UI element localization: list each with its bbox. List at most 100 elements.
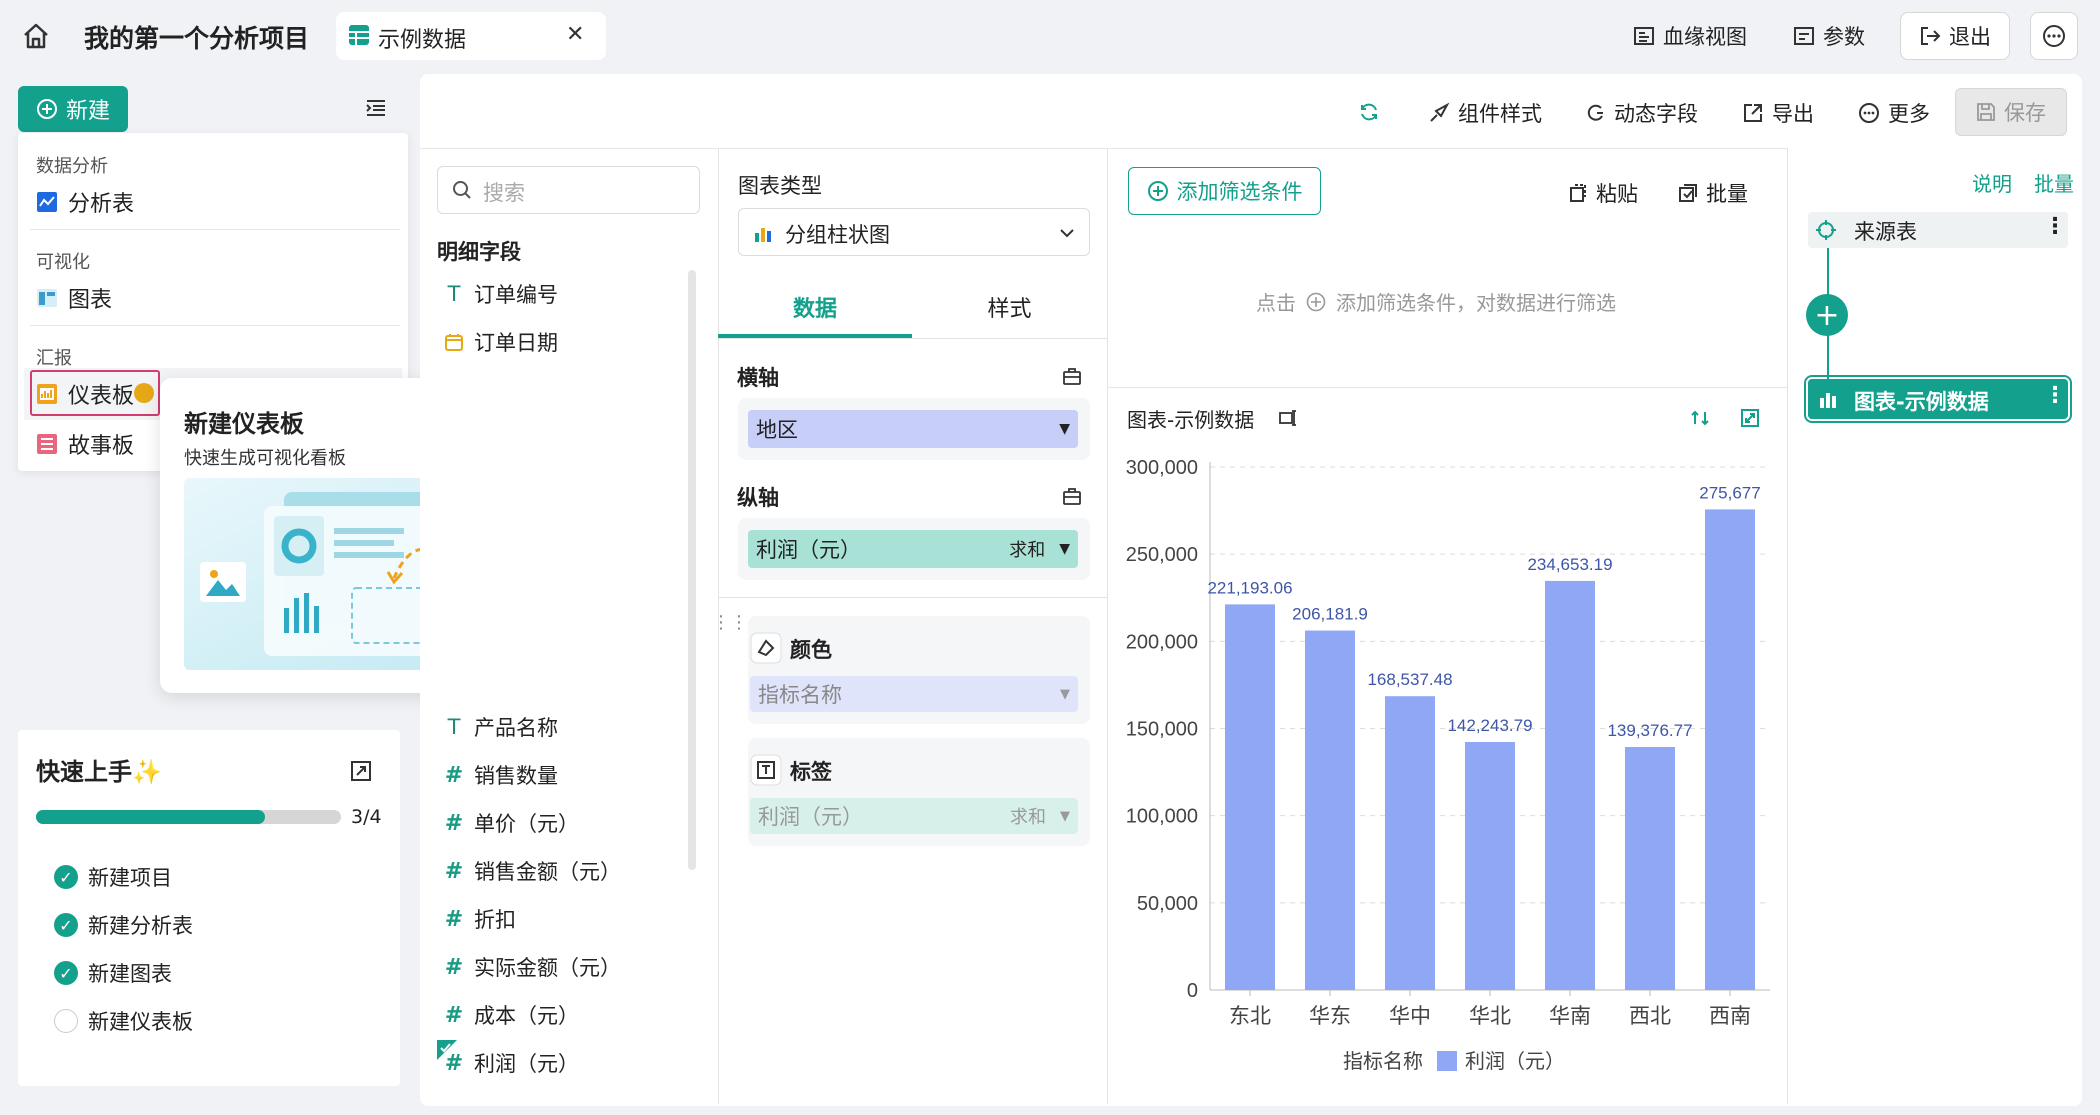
- y-axis-settings-icon[interactable]: [1062, 486, 1082, 506]
- text-type-icon: T: [447, 715, 461, 739]
- tab-style[interactable]: 样式: [912, 275, 1107, 339]
- close-icon[interactable]: ✕: [566, 22, 584, 47]
- tooltip-title: 新建仪表板: [184, 410, 304, 438]
- tab-example-data[interactable]: 示例数据 ✕: [336, 12, 606, 60]
- field-item[interactable]: 订单日期: [444, 327, 558, 357]
- lineage-view-button[interactable]: 血缘视图: [1633, 21, 1747, 51]
- params-icon: [1793, 25, 1815, 47]
- new-button[interactable]: 新建: [18, 86, 128, 132]
- checklist-item[interactable]: ✓ 新建分析表: [54, 910, 193, 940]
- field-item[interactable]: # 销售数量: [444, 760, 558, 790]
- tab-data[interactable]: 数据: [718, 275, 912, 339]
- rename-icon[interactable]: [1278, 408, 1298, 428]
- collapse-sidebar-icon[interactable]: [364, 96, 388, 120]
- search-icon: [452, 180, 472, 200]
- field-item[interactable]: T 订单编号: [444, 279, 558, 309]
- bar: [1305, 630, 1355, 990]
- batch-button[interactable]: 批量: [1678, 178, 1748, 208]
- expand-icon[interactable]: [350, 760, 372, 782]
- add-node-button[interactable]: +: [1806, 294, 1848, 336]
- menu-item-analysis-table[interactable]: 分析表: [36, 186, 134, 218]
- project-title: 我的第一个分析项目: [84, 24, 310, 53]
- chart-type-label: 图表类型: [738, 174, 822, 198]
- x-tick-label: 西南: [1709, 1004, 1751, 1028]
- x-tick-label: 华东: [1309, 1004, 1351, 1028]
- checklist-item[interactable]: ✓ 新建图表: [54, 958, 172, 988]
- menu-item-story[interactable]: 故事板: [36, 428, 134, 460]
- fullscreen-icon[interactable]: [1740, 408, 1760, 428]
- story-icon: [36, 433, 58, 455]
- search-input[interactable]: 搜索: [437, 166, 700, 214]
- x-tick-label: 华南: [1549, 1004, 1591, 1028]
- save-button[interactable]: 保存: [1955, 88, 2067, 136]
- y-tick-label: 200,000: [1126, 631, 1198, 653]
- refresh-icon[interactable]: [1358, 101, 1380, 123]
- y-tick-label: 250,000: [1126, 544, 1198, 566]
- plus-circle-icon: [1147, 180, 1169, 202]
- more-menu-button[interactable]: [2030, 12, 2078, 60]
- x-tick-label: 华北: [1469, 1004, 1511, 1028]
- data-label: 168,537.48: [1367, 670, 1452, 689]
- more-button[interactable]: 更多: [1858, 98, 1930, 128]
- menu-section-visual: 可视化: [36, 252, 90, 273]
- checklist-item[interactable]: ✓ 新建项目: [54, 862, 172, 892]
- divider: [30, 229, 400, 230]
- field-item[interactable]: # 利润（元）: [444, 1048, 579, 1078]
- field-item[interactable]: # 成本（元）: [444, 1000, 579, 1030]
- chart-type-select[interactable]: 分组柱状图: [738, 208, 1090, 256]
- x-axis-settings-icon[interactable]: [1062, 366, 1082, 386]
- node-menu-icon[interactable]: ⋮: [2044, 214, 2066, 239]
- plus-circle-icon: [36, 98, 58, 120]
- drag-handle-icon[interactable]: ⋮⋮: [712, 612, 748, 633]
- color-field-pill[interactable]: 指标名称 ▼: [750, 676, 1078, 712]
- field-item[interactable]: # 单价（元）: [444, 808, 579, 838]
- data-label: 221,193.06: [1207, 578, 1292, 597]
- chart-type-value: 分组柱状图: [785, 223, 890, 247]
- swap-axis-icon[interactable]: [1690, 408, 1710, 428]
- add-filter-button[interactable]: 添加筛选条件: [1128, 167, 1321, 215]
- export-icon: [1742, 102, 1764, 124]
- component-style-button[interactable]: 组件样式: [1428, 98, 1542, 128]
- explain-link[interactable]: 说明: [1972, 168, 2012, 197]
- plus-circle-icon: [1306, 292, 1326, 312]
- field-item[interactable]: # 销售金额（元）: [444, 856, 621, 886]
- menu-item-chart[interactable]: 图表: [36, 282, 112, 314]
- export-button[interactable]: 导出: [1742, 98, 1814, 128]
- y-axis-field-pill[interactable]: 利润（元） 求和 ▼: [748, 530, 1078, 568]
- number-type-icon: #: [444, 1002, 464, 1028]
- x-tick-label: 东北: [1229, 1004, 1271, 1028]
- tab-label: 示例数据: [378, 28, 467, 53]
- node-menu-icon[interactable]: ⋮: [2044, 383, 2066, 408]
- top-bar: [0, 0, 2100, 72]
- date-type-icon: [444, 332, 464, 352]
- fields-scrollbar[interactable]: [688, 270, 696, 870]
- label-field-pill[interactable]: 利润（元） 求和 ▼: [750, 798, 1078, 834]
- params-button[interactable]: 参数: [1793, 21, 1865, 51]
- quick-start-title: 快速上手✨: [36, 758, 162, 786]
- home-icon[interactable]: [20, 20, 52, 52]
- ellipsis-icon: [2042, 24, 2066, 48]
- field-item[interactable]: T 产品名称: [444, 712, 558, 742]
- x-axis-field-pill[interactable]: 地区 ▼: [748, 410, 1078, 448]
- label-icon: [750, 754, 782, 786]
- chart-node[interactable]: 图表-示例数据 ⋮: [1804, 375, 2072, 423]
- lineage-icon: [1633, 25, 1655, 47]
- bar: [1625, 747, 1675, 990]
- number-type-icon: #: [444, 906, 464, 932]
- field-item[interactable]: # 实际金额（元）: [444, 952, 621, 982]
- exit-button[interactable]: [1900, 12, 2010, 60]
- bar: [1545, 580, 1595, 990]
- batch-link[interactable]: 批量: [2034, 168, 2074, 197]
- source-table-label: 来源表: [1854, 220, 1917, 244]
- checklist-item[interactable]: 新建仪表板: [54, 1006, 193, 1036]
- batch-icon: [1678, 183, 1698, 203]
- data-label: 139,376.77: [1607, 721, 1692, 740]
- chart-title: 图表-示例数据: [1127, 408, 1255, 432]
- data-label: 234,653.19: [1527, 555, 1612, 574]
- filter-hint: 点击 添加筛选条件，对数据进行筛选: [1256, 291, 1616, 315]
- field-item[interactable]: # 折扣: [444, 904, 516, 934]
- dynamic-field-button[interactable]: 动态字段: [1584, 98, 1698, 128]
- progress-fill: [36, 810, 265, 824]
- source-table-node[interactable]: 来源表 ⋮: [1808, 212, 2068, 248]
- paste-button[interactable]: 粘贴: [1568, 178, 1638, 208]
